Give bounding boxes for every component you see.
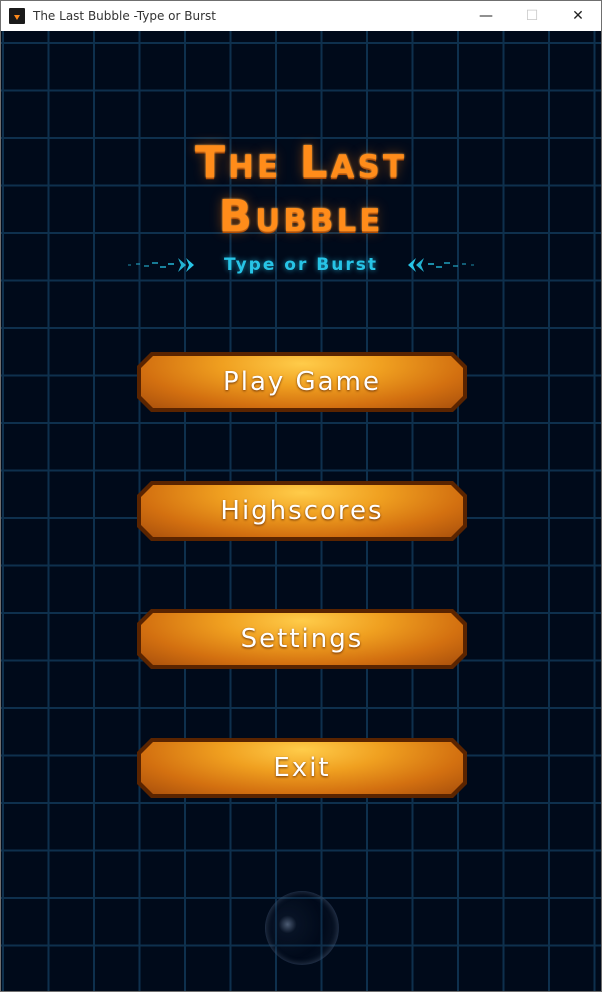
play-game-button[interactable]: Play Game — [137, 352, 467, 412]
bubble-decoration — [265, 891, 339, 965]
play-game-label: Play Game — [223, 367, 381, 397]
game-logo: The Last Bubble — [1, 136, 601, 244]
right-arrow-decoration-icon — [407, 258, 474, 272]
app-bubble-icon — [9, 8, 25, 24]
window-title: The Last Bubble -Type or Burst — [33, 9, 216, 23]
subtitle-row: Type or Burst — [1, 253, 601, 277]
game-canvas: The Last Bubble Type or Burst Play Game … — [1, 31, 601, 991]
exit-label: Exit — [273, 753, 331, 783]
logo-line-2: Bubble — [218, 191, 384, 242]
logo-line-1: The Last — [195, 137, 407, 188]
subtitle: Type or Burst — [224, 255, 378, 275]
highscores-label: Highscores — [220, 496, 384, 526]
title-bar[interactable]: The Last Bubble -Type or Burst — ☐ ✕ — [1, 1, 601, 31]
maximize-button[interactable]: ☐ — [509, 1, 555, 31]
window-controls: — ☐ ✕ — [463, 1, 601, 31]
left-arrow-decoration-icon — [128, 258, 195, 272]
settings-button[interactable]: Settings — [137, 609, 467, 669]
game-window: The Last Bubble -Type or Burst — ☐ ✕ The… — [0, 0, 602, 992]
close-button[interactable]: ✕ — [555, 1, 601, 31]
minimize-button[interactable]: — — [463, 1, 509, 31]
settings-label: Settings — [240, 624, 364, 654]
highscores-button[interactable]: Highscores — [137, 481, 467, 541]
exit-button[interactable]: Exit — [137, 738, 467, 798]
